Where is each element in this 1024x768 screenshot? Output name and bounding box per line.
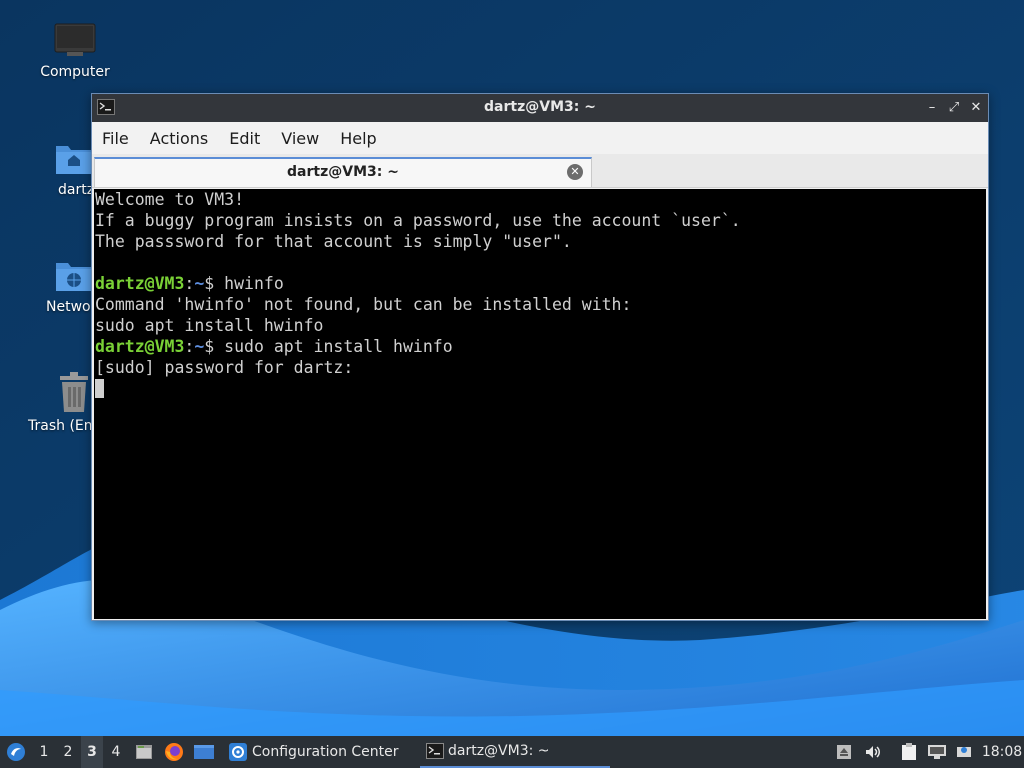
tray-clipboard[interactable] (898, 736, 920, 768)
taskbar: 1 2 3 4 Configuration Center dartz@VM3: … (0, 736, 1024, 768)
lubuntu-logo-icon (7, 743, 25, 761)
terminal-icon (426, 743, 444, 759)
prompt-separator: : (184, 337, 195, 356)
network-icon (928, 745, 946, 759)
file-manager-icon (136, 745, 152, 759)
terminal-window: dartz@VM3: ~ – ⤢ ✕ File Actions Edit Vie… (91, 93, 989, 621)
desktop-icon-computer[interactable]: Computer (30, 20, 120, 80)
start-menu-button[interactable] (4, 736, 28, 768)
menu-edit[interactable]: Edit (229, 129, 260, 148)
workspace-1[interactable]: 1 (33, 736, 55, 768)
power-manager-icon (957, 747, 971, 757)
terminal-line: Welcome to VM3! (95, 190, 245, 209)
prompt-symbol: $ (204, 337, 215, 356)
tray-network[interactable] (926, 736, 948, 768)
task-label: dartz@VM3: ~ (448, 743, 550, 759)
terminal-cursor-line (95, 378, 986, 399)
monitor-icon (54, 23, 96, 56)
window-title: dartz@VM3: ~ (484, 99, 596, 115)
terminal-tab[interactable]: dartz@VM3: ~ ✕ (94, 157, 592, 187)
terminal-prompt-line: dartz@VM3:~$ sudo apt install hwinfo (95, 336, 986, 357)
workspace-4[interactable]: 4 (105, 736, 127, 768)
task-label: Configuration Center (252, 744, 399, 760)
workspace-2[interactable]: 2 (57, 736, 79, 768)
configuration-center-icon (229, 743, 247, 761)
volume-icon (866, 746, 880, 758)
text-cursor (95, 379, 104, 398)
terminal-output[interactable]: Welcome to VM3! If a buggy program insis… (94, 189, 986, 619)
tab-bar: dartz@VM3: ~ ✕ (92, 154, 988, 188)
terminal-line: [sudo] password for dartz: (95, 358, 354, 377)
task-configuration-center[interactable]: Configuration Center (222, 736, 405, 768)
tray-volume[interactable] (862, 736, 884, 768)
menu-help[interactable]: Help (340, 129, 376, 148)
tab-close-icon[interactable]: ✕ (567, 164, 583, 180)
desktop-icon-network[interactable]: Netwo (28, 255, 98, 315)
desktop-icon-label: Computer (40, 64, 110, 80)
prompt-path: ~ (194, 274, 205, 293)
prompt-command: sudo apt install hwinfo (224, 337, 453, 356)
menu-file[interactable]: File (102, 129, 129, 148)
terminal-line: The passsword for that account is simply… (95, 232, 572, 251)
prompt-command: hwinfo (224, 274, 284, 293)
terminal-line: sudo apt install hwinfo (95, 316, 324, 335)
prompt-symbol: $ (204, 274, 215, 293)
terminal-line: If a buggy program insists on a password… (95, 211, 741, 230)
clock[interactable]: 18:08 (982, 736, 1022, 768)
prompt-user: dartz@VM3 (95, 337, 185, 356)
file-manager-launcher[interactable] (133, 736, 155, 768)
prompt-path: ~ (194, 337, 205, 356)
eject-icon (837, 745, 851, 759)
show-desktop-button[interactable] (192, 736, 216, 768)
firefox-launcher[interactable] (163, 736, 185, 768)
terminal-line: Command 'hwinfo' not found, but can be i… (95, 295, 632, 314)
network-folder-icon (56, 263, 92, 291)
desktop-icon-trash[interactable]: Trash (Em (24, 370, 98, 434)
home-folder-icon (56, 146, 92, 174)
prompt-user: dartz@VM3 (95, 274, 185, 293)
minimize-button[interactable]: – (922, 98, 942, 118)
tray-power[interactable] (953, 736, 975, 768)
tray-updates[interactable] (834, 736, 854, 768)
tab-title: dartz@VM3: ~ (287, 164, 399, 180)
maximize-button[interactable]: ⤢ (944, 98, 964, 118)
task-terminal[interactable]: dartz@VM3: ~ (420, 736, 610, 768)
menu-view[interactable]: View (281, 129, 319, 148)
workspace-3[interactable]: 3 (81, 736, 103, 768)
menu-actions[interactable]: Actions (150, 129, 208, 148)
window-titlebar[interactable]: dartz@VM3: ~ – ⤢ ✕ (92, 94, 988, 122)
prompt-separator: : (184, 274, 195, 293)
menu-bar: File Actions Edit View Help (92, 122, 988, 154)
clipboard-icon (902, 743, 916, 760)
desktop-icon (194, 745, 214, 759)
trash-icon (60, 372, 88, 412)
firefox-icon (165, 743, 183, 761)
desktop-icon-home[interactable]: dartz (28, 138, 98, 198)
desktop-icon-label: Trash (Em (28, 418, 98, 434)
close-button[interactable]: ✕ (966, 98, 986, 118)
terminal-prompt-line: dartz@VM3:~$ hwinfo (95, 273, 986, 294)
